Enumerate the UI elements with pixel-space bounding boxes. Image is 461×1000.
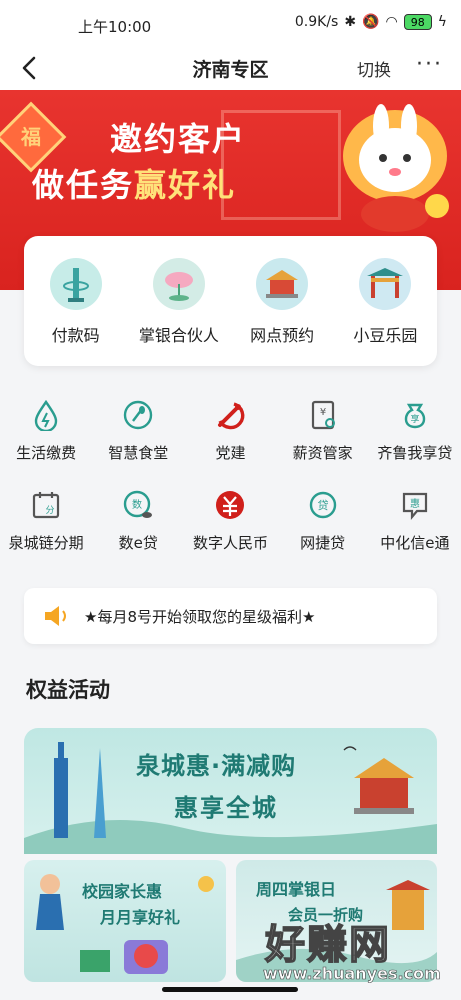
status-icons: 0.9K/s ✱ 🔕 ◠ 98 ϟ — [295, 14, 447, 30]
coin-icon: 数 — [121, 488, 155, 522]
service-label: 薪资管家 — [292, 444, 353, 462]
banner-subheadline: 做任务赢好礼 — [32, 166, 237, 204]
quick-payment-code[interactable]: 付款码 — [28, 258, 124, 366]
nav-bar: 济南专区 切换 ··· — [0, 46, 461, 90]
service-qilu-loan[interactable]: 享 齐鲁我享贷 — [369, 398, 461, 463]
service-label: 数e贷 — [118, 534, 158, 552]
service-sinochem-e[interactable]: 惠 中化信e通 — [369, 488, 461, 553]
water-drop-icon — [29, 398, 63, 432]
promo-campus-subtitle: 月月享好礼 — [100, 908, 181, 927]
quick-label: 网点预约 — [250, 326, 315, 345]
service-grid-row: 生活缴费 智慧食堂 党建 ¥ 薪资管家 享 齐鲁我享贷 — [0, 398, 461, 463]
svg-text:数: 数 — [132, 498, 142, 511]
digital-rmb-icon — [213, 488, 247, 522]
service-installment[interactable]: 分 泉城链分期 — [0, 488, 92, 553]
service-label: 齐鲁我享贷 — [377, 444, 453, 462]
service-label: 智慧食堂 — [108, 444, 169, 462]
switch-button[interactable]: 切换 — [357, 56, 391, 81]
service-quick-loan[interactable]: 贷 网捷贷 — [277, 488, 369, 553]
service-label: 党建 — [215, 444, 246, 462]
site-watermark: 好赚网 www.zhuanyes.com — [245, 912, 455, 996]
quick-bean-park[interactable]: 小豆乐园 — [337, 258, 433, 366]
lotus-icon — [152, 258, 205, 310]
loan-icon: 贷 — [306, 488, 340, 522]
svg-text:享: 享 — [410, 413, 419, 425]
status-bar: 上午10:00 0.9K/s ✱ 🔕 ◠ 98 ϟ — [0, 0, 461, 46]
service-label: 中化信e通 — [380, 534, 450, 552]
quick-label: 小豆乐园 — [353, 326, 418, 345]
lion-rabbit-illustration — [343, 104, 449, 232]
promo-campus-title: 校园家长惠 — [82, 882, 163, 901]
pavilion-icon — [256, 258, 309, 310]
mute-icon: 🔕 — [362, 14, 380, 30]
chat-bubble-icon: 惠 — [398, 488, 432, 522]
svg-text:惠: 惠 — [410, 497, 420, 510]
page-title: 济南专区 — [192, 59, 269, 81]
quick-label: 掌银合伙人 — [138, 326, 219, 345]
calendar-icon: 分 — [29, 488, 63, 522]
gate-icon — [359, 258, 412, 310]
promo-campus-banner[interactable]: 校园家长惠 月月享好礼 — [24, 860, 226, 982]
bluetooth-icon: ✱ — [344, 14, 357, 30]
banner-headline: 邀约客户 — [110, 120, 247, 158]
service-label: 泉城链分期 — [8, 534, 84, 552]
more-menu-icon[interactable]: ··· — [416, 52, 443, 77]
promo-main-banner[interactable]: 泉城惠·满减购 惠享全城 — [24, 728, 437, 854]
speaker-icon — [45, 606, 66, 626]
status-time: 上午10:00 — [78, 18, 152, 36]
section-title: 权益活动 — [26, 678, 110, 702]
svg-text:¥: ¥ — [319, 407, 325, 418]
quick-actions-card: 付款码 掌银合伙人 网点预约 小豆乐园 — [24, 236, 437, 366]
notice-text: ★每月8号开始领取您的星级福利★ — [84, 607, 316, 626]
svg-text:贷: 贷 — [317, 498, 328, 512]
svg-text:分: 分 — [46, 505, 55, 516]
battery-icon: 98 — [403, 14, 432, 30]
service-label: 生活缴费 — [16, 444, 77, 462]
service-digital-rmb[interactable]: 数字人民币 — [184, 488, 276, 553]
service-party-building[interactable]: 党建 — [184, 398, 276, 463]
party-emblem-icon — [213, 398, 247, 432]
promo-main-title: 泉城惠·满减购 — [136, 752, 297, 780]
wifi-icon: ◠ — [385, 14, 398, 30]
notice-bar[interactable]: ★每月8号开始领取您的星级福利★ — [24, 588, 437, 644]
net-speed: 0.9K/s — [294, 14, 339, 30]
service-life-payment[interactable]: 生活缴费 — [0, 398, 92, 463]
promo-main-subtitle: 惠享全城 — [174, 794, 278, 822]
promo-thursday-title: 周四掌银日 — [256, 880, 337, 899]
service-label: 数字人民币 — [192, 534, 268, 552]
tower-icon — [49, 258, 102, 310]
quick-label: 付款码 — [51, 326, 100, 345]
quick-partner[interactable]: 掌银合伙人 — [131, 258, 227, 366]
salary-doc-icon: ¥ — [306, 398, 340, 432]
money-bag-icon: 享 — [398, 398, 432, 432]
quick-branch-booking[interactable]: 网点预约 — [234, 258, 330, 366]
service-salary-manager[interactable]: ¥ 薪资管家 — [277, 398, 369, 463]
service-label: 网捷贷 — [300, 534, 346, 552]
watermark-url: www.zhuanyes.com — [263, 964, 441, 984]
charging-icon: ϟ — [437, 14, 447, 30]
utensils-icon — [121, 398, 155, 432]
service-shu-e-loan[interactable]: 数 数e贷 — [92, 488, 184, 553]
service-grid-row: 分 泉城链分期 数 数e贷 数字人民币 贷 网捷贷 惠 中化信e通 — [0, 488, 461, 553]
service-smart-canteen[interactable]: 智慧食堂 — [92, 398, 184, 463]
home-indicator[interactable] — [162, 987, 298, 992]
watermark-brand: 好赚网 — [264, 921, 391, 969]
